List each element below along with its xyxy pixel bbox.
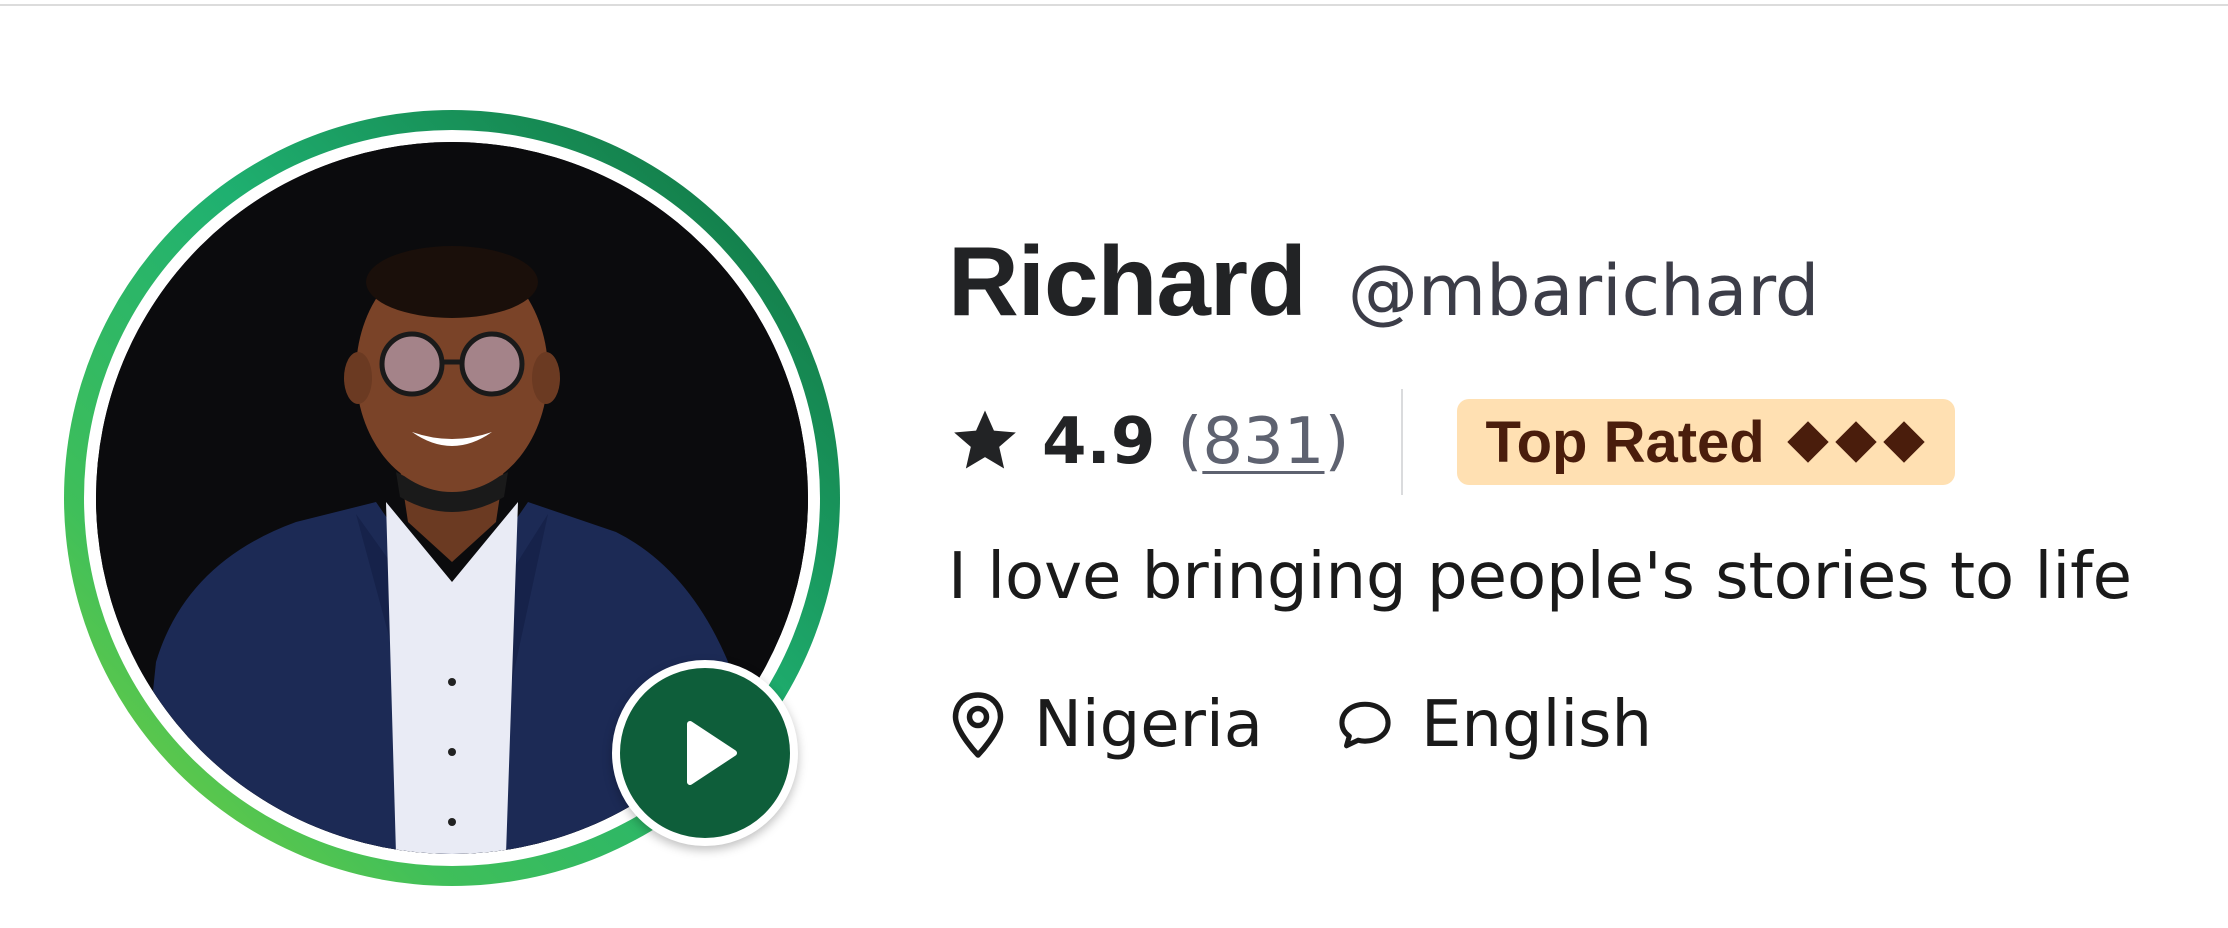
language-text: English (1420, 688, 1653, 762)
language-item: English (1335, 688, 1652, 762)
diamond-icon (1883, 421, 1925, 463)
seller-profile-card: Richard @mbarichard 4.9 (831) Top Rated … (0, 0, 2228, 928)
seller-name[interactable]: Richard (948, 225, 1307, 338)
play-intro-video-button[interactable] (612, 660, 798, 846)
location-item: Nigeria (948, 688, 1263, 762)
speech-bubble-icon (1339, 701, 1391, 749)
review-count-link[interactable]: (831) (1177, 405, 1349, 479)
rating-value: 4.9 (1042, 405, 1156, 479)
location-pin-icon (952, 692, 1004, 758)
play-icon (687, 721, 737, 785)
rating-divider (1401, 389, 1404, 495)
diamond-icon (1787, 421, 1829, 463)
name-row: Richard @mbarichard (948, 225, 1819, 338)
star-icon (954, 410, 1016, 469)
review-count[interactable]: 831 (1202, 405, 1324, 479)
top-rated-badge[interactable]: Top Rated (1457, 399, 1955, 485)
seller-handle[interactable]: @mbarichard (1348, 250, 1819, 332)
meta-row: Nigeria English (948, 680, 1652, 770)
location-text: Nigeria (1034, 688, 1263, 762)
badge-label: Top Rated (1485, 409, 1765, 475)
seller-bio: I love bringing people's stories to life (948, 540, 2132, 614)
profile-info: Richard @mbarichard 4.9 (831) Top Rated … (948, 0, 2208, 928)
avatar[interactable] (64, 110, 840, 886)
rating-row: 4.9 (831) Top Rated (948, 389, 1955, 495)
diamond-icon (1835, 421, 1877, 463)
badge-diamonds (1783, 419, 1927, 465)
